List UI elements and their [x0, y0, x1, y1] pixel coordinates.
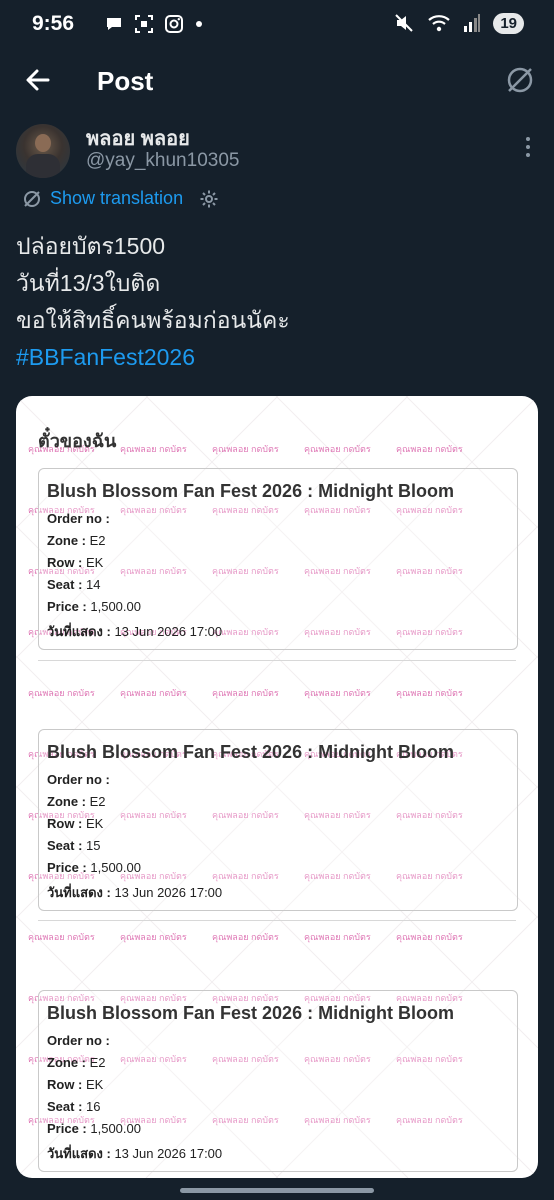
row-value: EK	[86, 1077, 104, 1092]
post-line: วันที่13/3ใบติด	[16, 270, 161, 296]
post-body: ปล่อยบัตร1500 วันที่13/3ใบติด ขอให้สิทธิ…	[16, 228, 290, 376]
status-bar: 9:56 19	[0, 0, 554, 52]
my-tickets-heading: ตั๋วของฉัน	[38, 431, 117, 451]
date-value: 13 Jun 2026 17:00	[114, 885, 223, 900]
zone-label: Zone :	[47, 794, 86, 809]
post-line: ปล่อยบัตร1500	[16, 233, 166, 259]
price-value: 1,500.00	[90, 599, 141, 614]
order-label: Order no :	[47, 511, 110, 526]
seat-row: Seat : 16	[47, 1099, 101, 1114]
hashtag-link[interactable]: #BBFanFest2026	[16, 339, 290, 376]
order-row: Order no :	[47, 511, 110, 526]
app-bar: Post	[0, 52, 554, 110]
seat-row: Seat : 14	[47, 577, 101, 592]
date-label: วันที่แสดง :	[47, 624, 111, 639]
row-row: Row : EK	[47, 555, 103, 570]
wifi-icon	[428, 15, 451, 32]
ticket-card: Blush Blossom Fan Fest 2026 : Midnight B…	[38, 729, 518, 911]
more-options-icon[interactable]	[524, 136, 532, 158]
ticket-card: Blush Blossom Fan Fest 2026 : Midnight B…	[38, 990, 518, 1172]
order-row: Order no :	[47, 772, 110, 787]
row-label: Row :	[47, 816, 83, 831]
battery-badge: 19	[493, 12, 524, 34]
price-row: Price : 1,500.00	[47, 860, 141, 875]
price-value: 1,500.00	[90, 1121, 141, 1136]
ticket-title: Blush Blossom Fan Fest 2026 : Midnight B…	[47, 481, 455, 501]
author-handle[interactable]: @yay_khun10305	[86, 150, 239, 172]
seat-value: 16	[86, 1099, 101, 1114]
row-row: Row : EK	[47, 1077, 103, 1092]
chat-bubble-icon	[107, 18, 121, 30]
order-row: Order no :	[47, 1033, 110, 1048]
grok-icon[interactable]	[504, 64, 536, 96]
seat-row: Seat : 15	[47, 838, 101, 853]
mute-icon	[395, 14, 414, 32]
instagram-icon	[165, 15, 183, 33]
seat-value: 15	[86, 838, 101, 853]
zone-label: Zone :	[47, 1055, 86, 1070]
home-indicator[interactable]	[180, 1188, 374, 1193]
divider	[38, 660, 516, 661]
status-left-icons	[104, 14, 204, 34]
date-row: วันที่แสดง : 13 Jun 2026 17:00	[47, 1143, 222, 1164]
price-label: Price :	[47, 599, 87, 614]
ticket-title: Blush Blossom Fan Fest 2026 : Midnight B…	[47, 742, 455, 762]
zone-row: Zone : E2	[47, 794, 106, 809]
grok-translate-icon	[24, 190, 40, 207]
avatar[interactable]	[16, 124, 70, 178]
gear-icon[interactable]	[199, 189, 219, 209]
ticket-card: Blush Blossom Fan Fest 2026 : Midnight B…	[38, 468, 518, 650]
seat-label: Seat :	[47, 1099, 83, 1114]
divider	[38, 920, 516, 921]
row-row: Row : EK	[47, 816, 103, 831]
row-value: EK	[86, 555, 104, 570]
order-label: Order no :	[47, 772, 110, 787]
date-label: วันที่แสดง :	[47, 885, 111, 900]
row-label: Row :	[47, 555, 83, 570]
price-value: 1,500.00	[90, 860, 141, 875]
seat-label: Seat :	[47, 577, 83, 592]
status-time: 9:56	[32, 12, 75, 35]
date-value: 13 Jun 2026 17:00	[114, 624, 223, 639]
dot-icon	[196, 21, 202, 27]
post-image[interactable]: คุณพลอย กดบัตร คุณพลอย กดบัตร คุณพลอย กดบั…	[16, 396, 538, 1178]
zone-row: Zone : E2	[47, 1055, 106, 1070]
price-row: Price : 1,500.00	[47, 599, 141, 614]
zone-label: Zone :	[47, 533, 86, 548]
price-label: Price :	[47, 1121, 87, 1136]
arrow-left-icon[interactable]	[22, 64, 54, 96]
row-label: Row :	[47, 1077, 83, 1092]
seat-value: 14	[86, 577, 101, 592]
post-line: ขอให้สิทธิ์คนพร้อมก่อนนัคะ	[16, 307, 290, 333]
date-row: วันที่แสดง : 13 Jun 2026 17:00	[47, 882, 222, 903]
seat-label: Seat :	[47, 838, 83, 853]
row-value: EK	[86, 816, 104, 831]
signal-icon	[464, 14, 481, 32]
status-right-icons: 19	[393, 12, 524, 34]
ticket-title: Blush Blossom Fan Fest 2026 : Midnight B…	[47, 1003, 455, 1023]
show-translation-link[interactable]: Show translation	[50, 188, 183, 209]
zone-value: E2	[89, 1055, 106, 1070]
order-label: Order no :	[47, 1033, 110, 1048]
translation-row: Show translation	[22, 188, 219, 209]
zone-row: Zone : E2	[47, 533, 106, 548]
date-row: วันที่แสดง : 13 Jun 2026 17:00	[47, 621, 222, 642]
zone-value: E2	[89, 794, 106, 809]
zone-value: E2	[89, 533, 106, 548]
price-row: Price : 1,500.00	[47, 1121, 141, 1136]
page-title: Post	[97, 66, 154, 96]
screenshot-icon	[135, 15, 153, 33]
price-label: Price :	[47, 860, 87, 875]
date-value: 13 Jun 2026 17:00	[114, 1146, 223, 1161]
date-label: วันที่แสดง :	[47, 1146, 111, 1161]
